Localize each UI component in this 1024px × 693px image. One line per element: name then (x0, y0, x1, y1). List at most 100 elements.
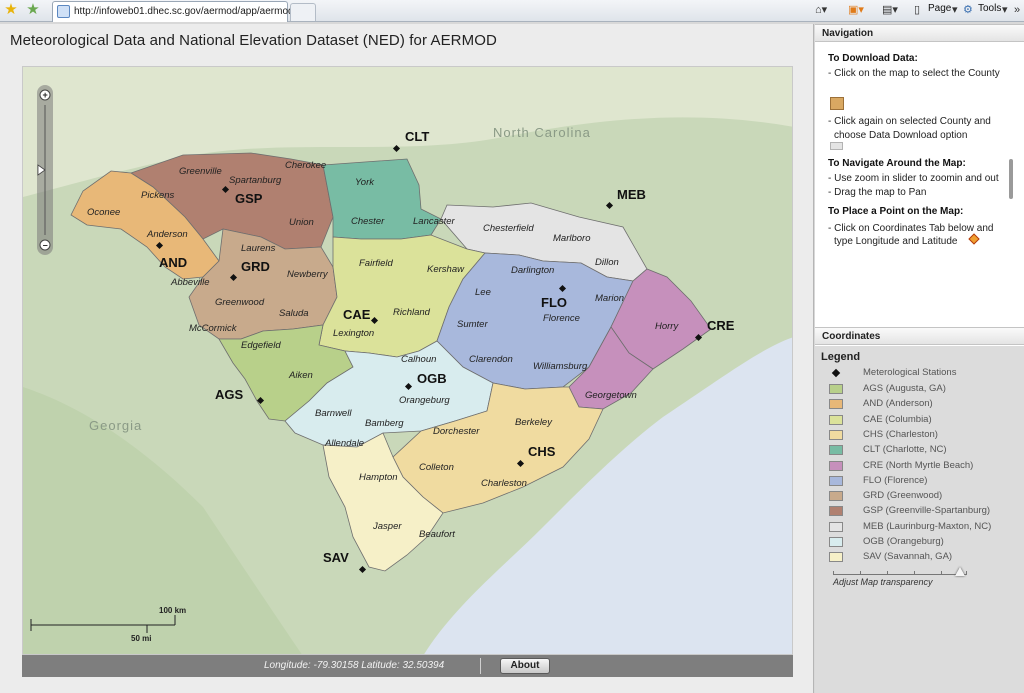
transparency-tick (914, 571, 915, 575)
legend-label: OGB (Orangeburg) (863, 536, 944, 547)
transparency-tick (941, 571, 942, 575)
county-label: McCormick (189, 323, 238, 334)
download-heading: To Download Data: (828, 53, 918, 64)
navigate-instruction: - Drag the map to Pan (828, 187, 927, 198)
download-option-icon (830, 142, 843, 150)
legend-label: CHS (Charleston) (863, 428, 938, 440)
page-chevron-down-icon[interactable]: ▾ (952, 2, 958, 18)
legend: Legend Meterological Stations AGS (Augus… (815, 346, 1024, 693)
county-label: Edgefield (241, 340, 281, 351)
station-label: CRE (707, 318, 735, 333)
transparency-slider-track[interactable] (833, 574, 967, 575)
county-label: Colleton (419, 462, 454, 473)
county-label: Calhoun (401, 354, 436, 365)
county-label: Dillon (595, 257, 619, 268)
county-label: Pickens (141, 190, 175, 201)
legend-title: Legend (821, 351, 861, 363)
legend-swatch (829, 506, 843, 517)
favorites-star-icon[interactable]: ★ (3, 2, 19, 18)
overflow-chevron-icon[interactable]: » (1014, 2, 1020, 18)
zoom-slider[interactable]: + – (37, 85, 53, 255)
add-favorite-icon[interactable]: ★ (25, 2, 41, 18)
legend-label: FLO (Florence) (863, 474, 928, 486)
legend-label: AND (Anderson) (863, 398, 933, 410)
legend-swatch (829, 460, 843, 471)
county-label: Fairfield (359, 258, 394, 269)
county-label: Florence (543, 313, 580, 324)
navigation-header[interactable]: Navigation (815, 24, 1024, 42)
county-label: Abbeville (170, 277, 210, 288)
navigate-heading: To Navigate Around the Map: (828, 158, 966, 169)
download-instruction: - Click again on selected County and (828, 116, 991, 127)
station-label: GRD (241, 259, 270, 274)
tools-menu-button[interactable]: Tools (978, 3, 1001, 14)
legend-swatch (829, 384, 843, 394)
county-label: Anderson (146, 229, 188, 240)
legend-swatch (829, 399, 843, 410)
legend-swatch (829, 429, 843, 440)
transparency-label: Adjust Map transparency (833, 577, 933, 587)
county-selection-icon (830, 97, 844, 110)
legend-label: CAE (Columbia) (863, 413, 932, 425)
legend-label: GSP (Greenville-Spartanburg) (863, 505, 991, 517)
county-label: Dorchester (433, 426, 480, 437)
download-instruction: - Click on the map to select the County (828, 68, 1000, 79)
navigation-scrollbar[interactable] (1009, 159, 1013, 199)
county-label: Oconee (87, 207, 120, 218)
station-label: FLO (541, 295, 567, 310)
new-tab-button[interactable] (290, 3, 316, 21)
page-menu-button[interactable]: Page (928, 3, 951, 14)
county-label: Georgetown (585, 390, 637, 401)
transparency-tick (860, 571, 861, 575)
county-label: Lexington (333, 328, 374, 339)
point-heading: To Place a Point on the Map: (828, 206, 964, 217)
page-menu-icon: ▯ (914, 4, 921, 16)
county-label: Marion (595, 293, 624, 304)
browser-tab[interactable]: http://infoweb01.dhec.sc.gov/aermod/app/… (52, 1, 315, 22)
county-label: Richland (393, 307, 431, 318)
browser-toolbar: ★ ★ http://infoweb01.dhec.sc.gov/aermod/… (0, 0, 1024, 22)
map-canvas[interactable]: North Carolina Georgia Oconee Pickens Gr… (23, 67, 793, 655)
county-label: Lancaster (413, 216, 456, 227)
gear-icon: ⚙ (963, 4, 973, 16)
status-divider (480, 658, 481, 674)
legend-swatch (829, 552, 843, 563)
tools-chevron-down-icon[interactable]: ▾ (1002, 2, 1008, 18)
county-label: Saluda (279, 308, 309, 319)
county-label: Greenville (179, 166, 222, 177)
legend-swatch (829, 537, 843, 547)
county-label: Kershaw (427, 264, 465, 275)
coordinates-header[interactable]: Coordinates (815, 327, 1024, 345)
county-label: Greenwood (215, 297, 265, 308)
legend-swatch (829, 414, 843, 425)
feeds-icon[interactable]: ▣▾ (848, 2, 864, 18)
transparency-slider-thumb[interactable] (955, 567, 966, 576)
station-label: CHS (528, 444, 556, 459)
zoom-in-icon: + (43, 90, 48, 100)
county-label: Chester (351, 216, 385, 227)
station-label: SAV (323, 550, 349, 565)
county-label: Allendale (324, 438, 364, 449)
print-icon[interactable]: ▤▾ (882, 2, 898, 18)
about-button[interactable]: About (500, 658, 550, 674)
legend-label: GRD (Greenwood) (863, 490, 943, 502)
station-label: MEB (617, 187, 646, 202)
zoom-out-icon: – (43, 240, 48, 250)
county-label: Williamsburg (533, 361, 588, 372)
station-label: GSP (235, 191, 263, 206)
county-label: Darlington (511, 265, 554, 276)
home-icon[interactable]: ⌂▾ (815, 2, 827, 18)
county-label: Barnwell (315, 408, 352, 419)
county-label: Lee (475, 287, 491, 298)
address-url[interactable]: http://infoweb01.dhec.sc.gov/aermod/app/… (74, 6, 315, 17)
legend-label: SAV (Savannah, GA) (863, 551, 953, 563)
station-label: AND (159, 255, 187, 270)
page-title: Meteorological Data and National Elevati… (10, 32, 497, 49)
scale-km-label: 100 km (159, 606, 186, 615)
region-label-north-carolina: North Carolina (493, 125, 591, 140)
station-label: OGB (417, 371, 447, 386)
transparency-tick (966, 571, 967, 575)
map-view[interactable]: North Carolina Georgia Oconee Pickens Gr… (22, 66, 793, 655)
county-label: Beaufort (419, 529, 455, 540)
county-label: Newberry (287, 269, 329, 280)
